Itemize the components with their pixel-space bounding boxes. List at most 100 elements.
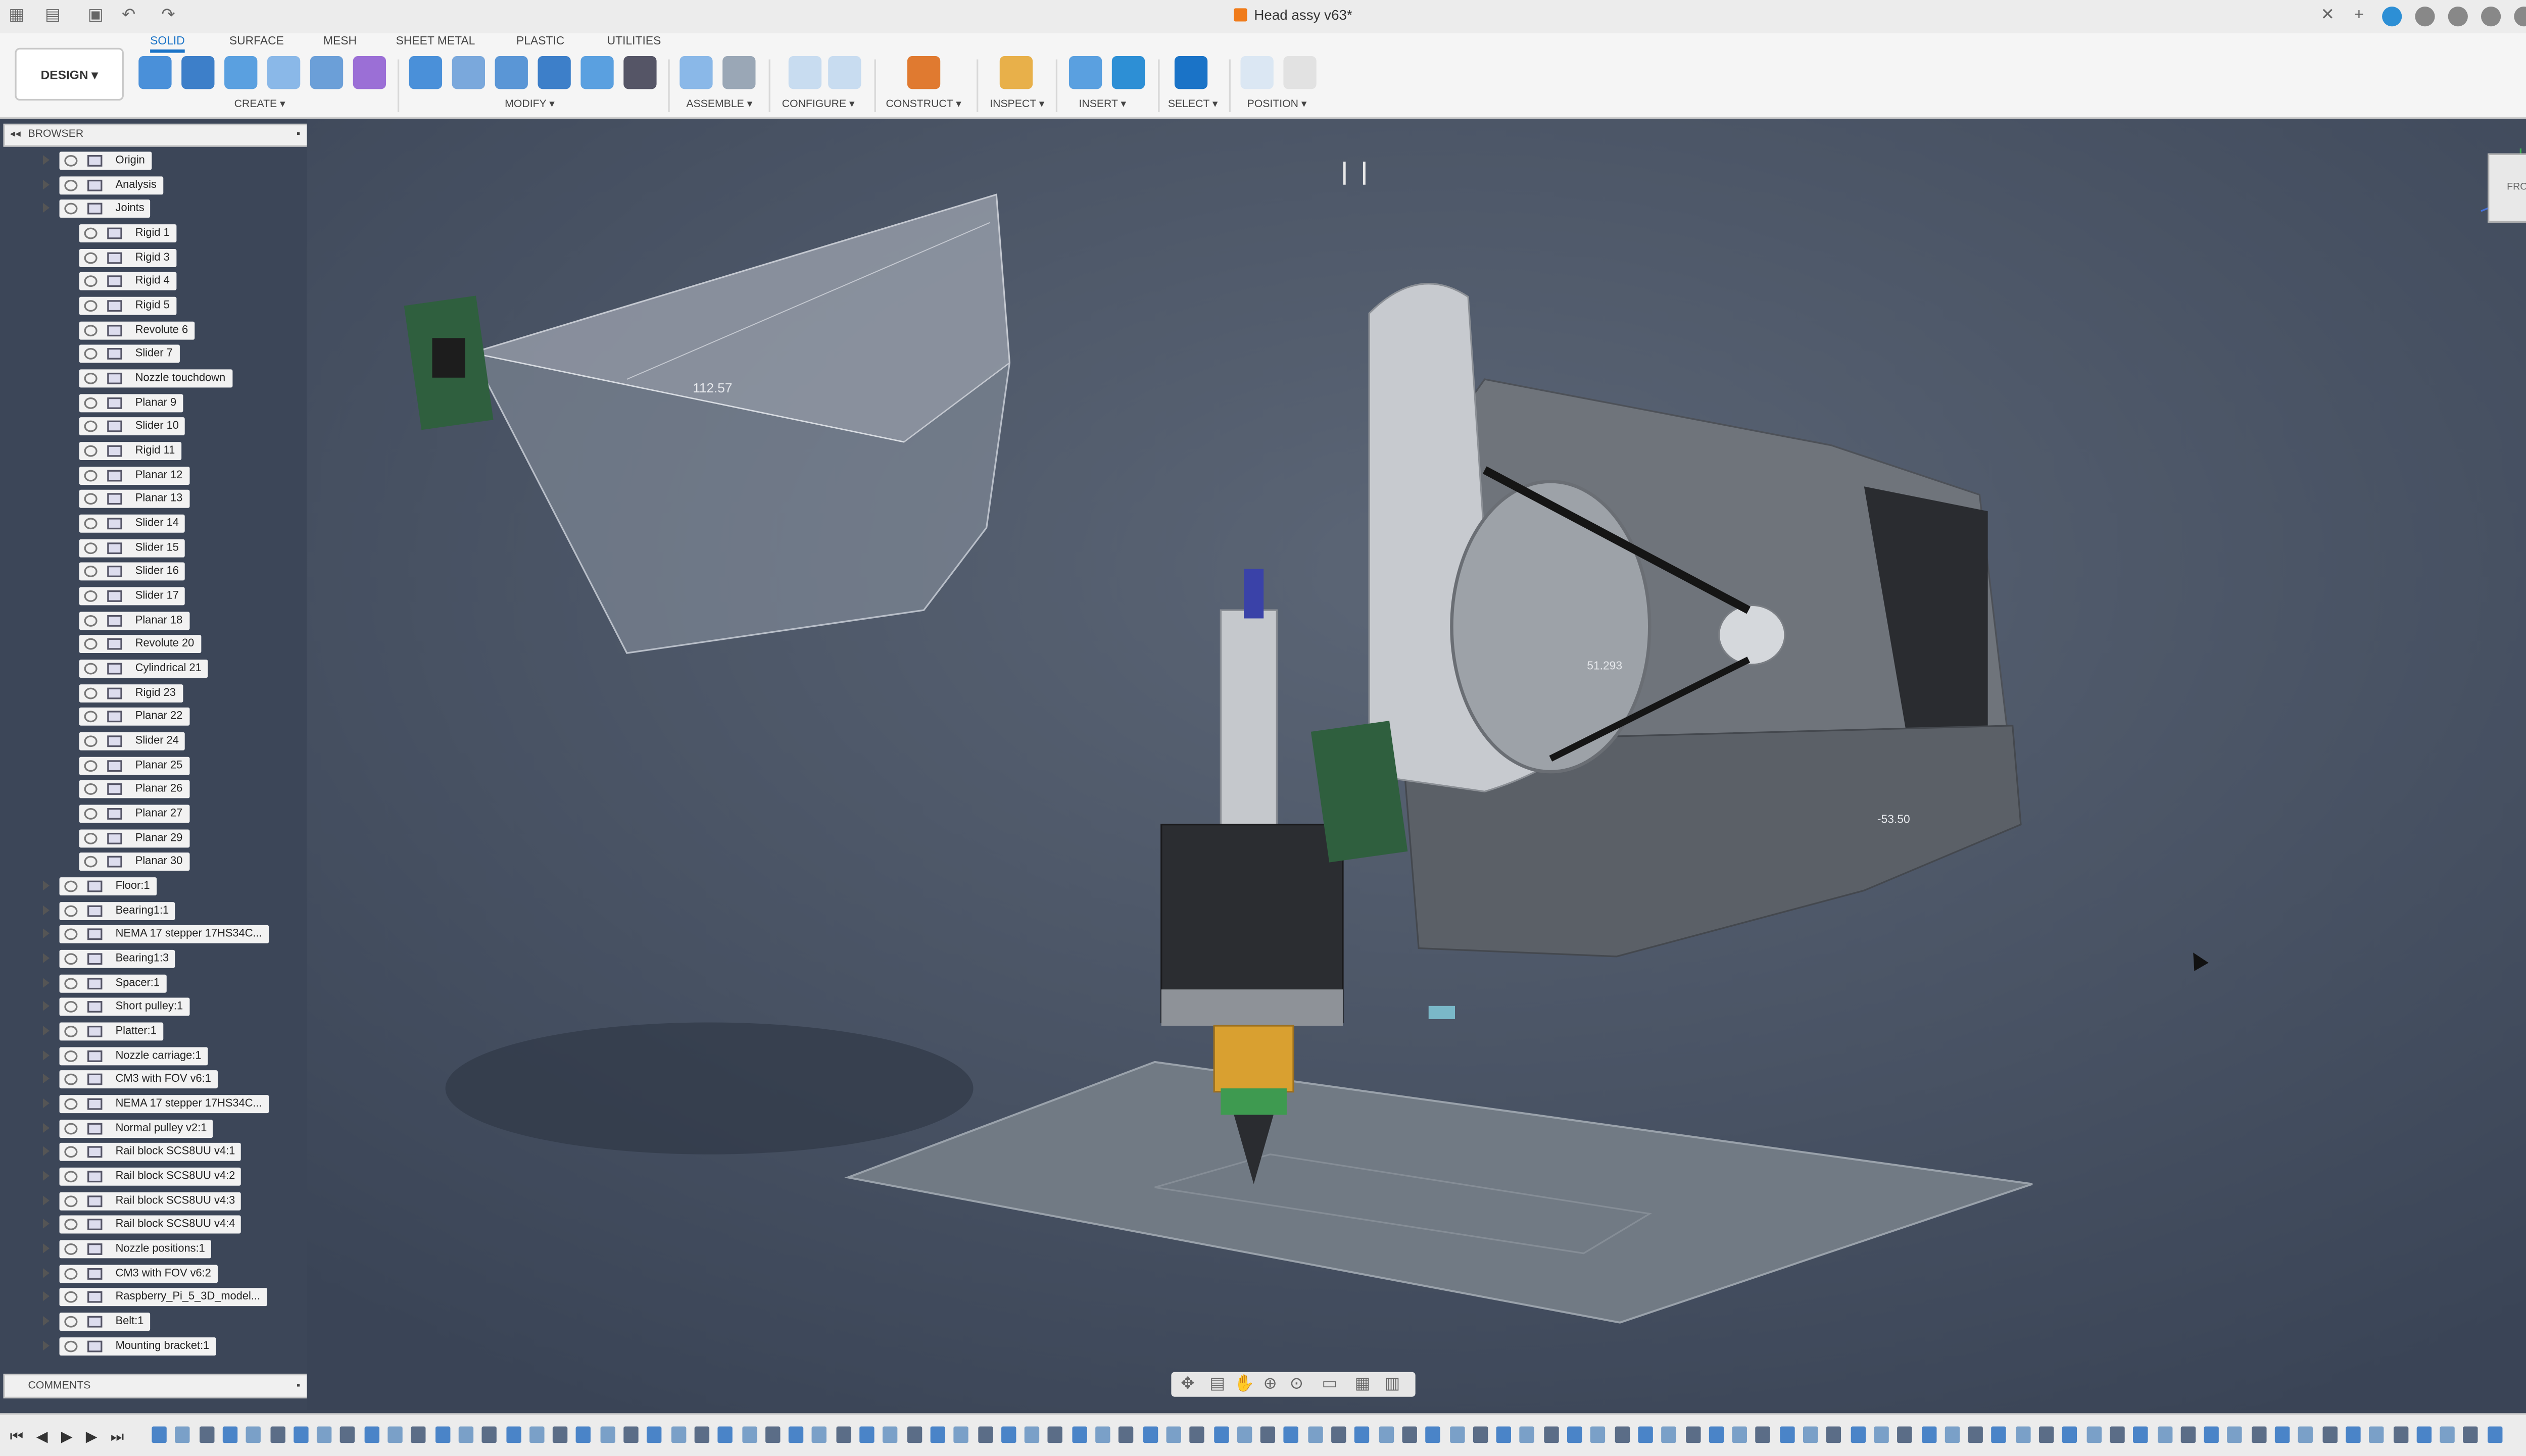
tree-item[interactable]: Nozzle carriage:1 [4,1046,307,1067]
split-body-icon[interactable] [580,56,614,89]
timeline-feature[interactable] [906,1426,921,1443]
tree-item[interactable]: Analysis [4,176,307,195]
expand-arrow-icon[interactable] [42,953,50,964]
tree-item[interactable]: Rigid 1 [4,224,307,244]
visibility-eye-icon[interactable] [64,905,78,917]
visibility-eye-icon[interactable] [84,857,98,868]
tree-item[interactable]: NEMA 17 stepper 17HS34C... [4,926,307,945]
shell-icon[interactable] [495,56,528,89]
expand-arrow-icon[interactable] [42,1292,50,1302]
timeline-play-icon[interactable]: ▶ [61,1428,73,1446]
browser-header[interactable]: ◂◂ BROWSER ▪ [3,123,310,147]
tree-item[interactable]: Rail block SCS8UU v4:1 [4,1143,307,1163]
visibility-eye-icon[interactable] [84,638,98,650]
timeline-feature[interactable] [765,1426,780,1443]
timeline-feature[interactable] [1543,1426,1559,1443]
visibility-eye-icon[interactable] [64,203,78,215]
visibility-eye-icon[interactable] [84,590,98,602]
timeline-feature[interactable] [364,1426,379,1443]
timeline-feature[interactable] [1354,1426,1370,1443]
timeline-feature[interactable] [859,1426,875,1443]
expand-arrow-icon[interactable] [42,1050,50,1060]
expand-arrow-icon[interactable] [42,203,50,214]
group-insert[interactable]: INSERT ▾ [1079,97,1127,111]
timeline-feature[interactable] [1378,1426,1393,1443]
visibility-eye-icon[interactable] [64,1195,78,1207]
visibility-eye-icon[interactable] [84,760,98,772]
timeline-feature[interactable] [600,1426,615,1443]
expand-arrow-icon[interactable] [42,1268,50,1278]
joint-icon[interactable] [722,56,756,89]
timeline-feature[interactable] [2440,1426,2455,1443]
timeline-feature[interactable] [1402,1426,1417,1443]
timeline-feature[interactable] [411,1426,426,1443]
timeline-feature[interactable] [387,1426,403,1443]
visibility-eye-icon[interactable] [64,1243,78,1256]
visibility-eye-icon[interactable] [64,1026,78,1038]
timeline-feature[interactable] [1307,1426,1323,1443]
timeline-feature[interactable] [293,1426,308,1443]
timeline-feature[interactable] [1213,1426,1229,1443]
visibility-eye-icon[interactable] [84,252,98,264]
timeline-feature[interactable] [2133,1426,2149,1443]
tree-item[interactable]: Slider 14 [4,514,307,534]
timeline-feature[interactable] [953,1426,969,1443]
job-status-icon[interactable] [2448,7,2468,27]
timeline-feature[interactable] [2274,1426,2290,1443]
expand-arrow-icon[interactable] [42,1219,50,1230]
look-at-icon[interactable]: ▤ [1207,1375,1227,1395]
timeline-feature[interactable] [317,1426,332,1443]
joint-marker[interactable] [1428,1006,1455,1019]
offset-plane-icon[interactable] [907,56,941,89]
new-component-icon[interactable] [679,56,713,89]
timeline-last-icon[interactable]: ⏭ [111,1428,124,1446]
tree-item[interactable]: Platter:1 [4,1022,307,1042]
timeline-feature[interactable] [1614,1426,1629,1443]
tree-item[interactable]: Raspberry_Pi_5_3D_model... [4,1288,307,1309]
revolve-icon[interactable] [224,56,258,89]
timeline-feature[interactable] [2416,1426,2432,1443]
tree-item[interactable]: Slider 10 [4,418,307,437]
tree-item[interactable]: NEMA 17 stepper 17HS34C... [4,1095,307,1115]
visibility-eye-icon[interactable] [84,348,98,361]
visibility-eye-icon[interactable] [84,324,98,336]
tree-item[interactable]: Normal pulley v2:1 [4,1119,307,1139]
visibility-eye-icon[interactable] [64,1171,78,1183]
tab-surface[interactable]: SURFACE [229,36,284,48]
tree-item[interactable]: Planar 27 [4,805,307,825]
visibility-eye-icon[interactable] [84,784,98,796]
expand-arrow-icon[interactable] [42,977,50,988]
visibility-eye-icon[interactable] [64,155,78,167]
tree-item[interactable]: Bearing1:1 [4,901,307,921]
expand-arrow-icon[interactable] [42,880,50,891]
timeline-feature[interactable] [458,1426,473,1443]
timeline-feature[interactable] [1756,1426,1771,1443]
timeline-feature[interactable] [1945,1426,1960,1443]
timeline-previous-icon[interactable]: ◀ [36,1428,48,1446]
timeline-feature[interactable] [1803,1426,1818,1443]
hole-icon[interactable] [267,56,301,89]
timeline-feature[interactable] [2204,1426,2219,1443]
capture-position-icon[interactable] [1240,56,1274,89]
group-position[interactable]: POSITION ▾ [1247,97,1307,111]
tree-item[interactable]: Revolute 20 [4,635,307,655]
panel-options-icon[interactable]: ▪ [297,125,301,145]
expand-arrow-icon[interactable] [42,1074,50,1084]
expand-arrow-icon[interactable] [42,1171,50,1181]
insert-image-icon[interactable] [1111,56,1145,89]
visibility-eye-icon[interactable] [84,227,98,239]
configure-icon[interactable] [788,56,822,89]
timeline-feature[interactable] [1567,1426,1582,1443]
timeline-feature[interactable] [1119,1426,1134,1443]
visibility-eye-icon[interactable] [64,929,78,941]
visibility-eye-icon[interactable] [84,687,98,699]
visibility-eye-icon[interactable] [84,566,98,578]
expand-arrow-icon[interactable] [42,1340,50,1350]
tree-item[interactable]: Origin [4,152,307,171]
tree-item[interactable]: Planar 29 [4,829,307,849]
expand-arrow-icon[interactable] [42,1026,50,1036]
tree-item[interactable]: Rail block SCS8UU v4:4 [4,1216,307,1236]
tree-item[interactable]: Planar 18 [4,611,307,631]
visibility-eye-icon[interactable] [64,179,78,191]
tree-item[interactable]: Slider 24 [4,732,307,752]
